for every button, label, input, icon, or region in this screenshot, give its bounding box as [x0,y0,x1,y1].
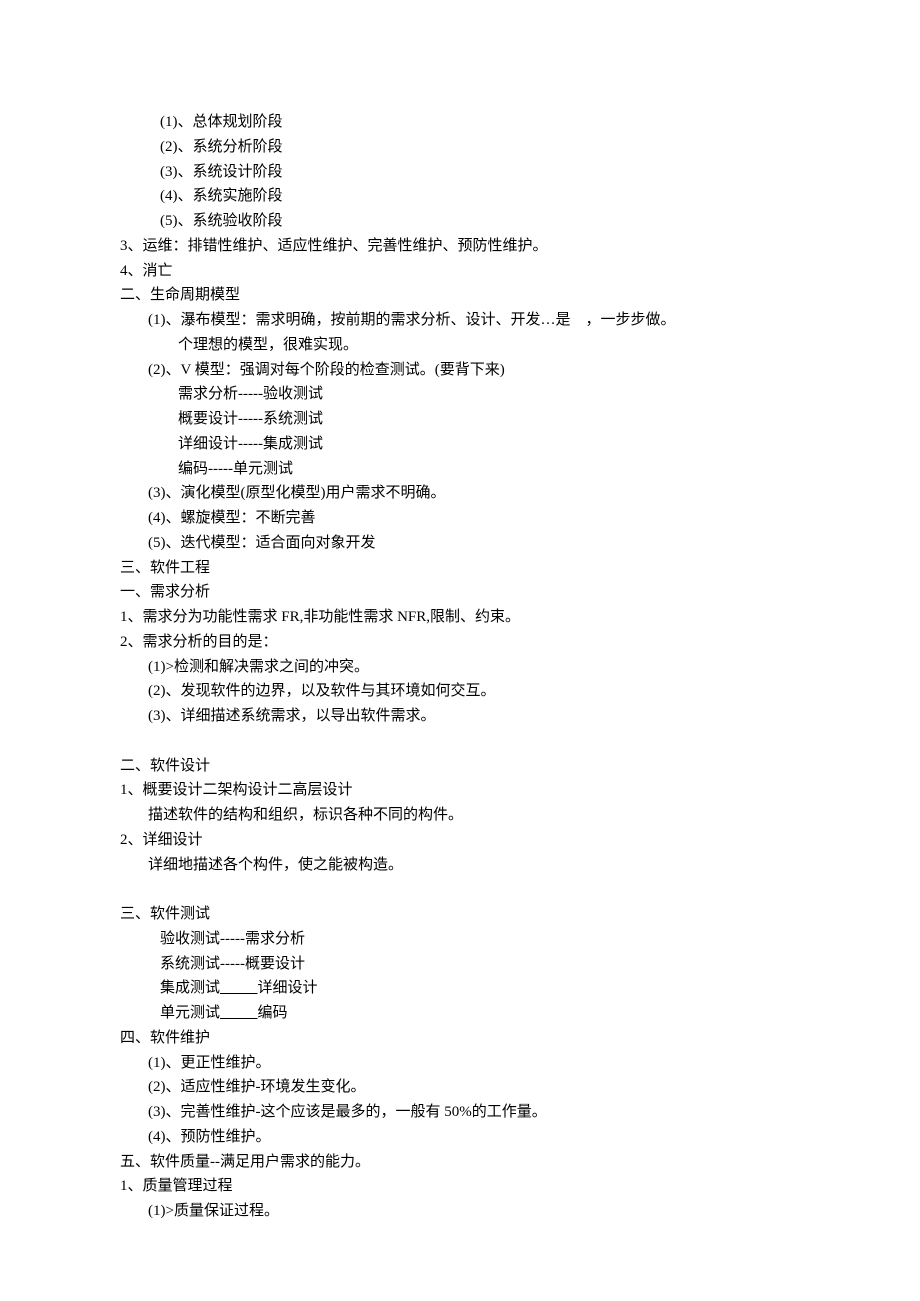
text-line: 二、软件设计 [120,754,800,779]
text-line: 编码-----单元测试 [120,457,800,482]
text-line: 3、运维：排错性维护、适应性维护、完善性维护、预防性维护。 [120,234,800,259]
text-line [120,877,800,902]
text-line: 四、软件维护 [120,1026,800,1051]
text-line [120,729,800,754]
document-content: (1)、总体规划阶段(2)、系统分析阶段(3)、系统设计阶段(4)、系统实施阶段… [120,110,800,1224]
text-fragment: 集成测试 [160,980,220,996]
text-line: 描述软件的结构和组织，标识各种不同的构件。 [120,803,800,828]
text-line: 1、需求分为功能性需求 FR,非功能性需求 NFR,限制、约束。 [120,605,800,630]
text-line: 三、软件测试 [120,902,800,927]
text-line: (1)、总体规划阶段 [120,110,800,135]
underline-blank [220,1005,258,1021]
text-line: 1、概要设计二架构设计二高层设计 [120,778,800,803]
text-line: 2、需求分析的目的是： [120,630,800,655]
text-line: 个理想的模型，很难实现。 [120,333,800,358]
text-line: (2)、适应性维护-环境发生变化。 [120,1075,800,1100]
text-line: (1)、瀑布模型：需求明确，按前期的需求分析、设计、开发…是 ，一步步做。 [120,308,800,333]
text-line: (4)、螺旋模型：不断完善 [120,506,800,531]
underline-blank [220,980,258,996]
text-line: (5)、迭代模型：适合面向对象开发 [120,531,800,556]
text-line: 一、需求分析 [120,580,800,605]
text-line: 1、质量管理过程 [120,1174,800,1199]
text-fragment: 详细设计 [258,980,318,996]
text-line: (4)、预防性维护。 [120,1125,800,1150]
text-line: 详细设计-----集成测试 [120,432,800,457]
text-line: 单元测试 编码 [120,1001,800,1026]
text-line: 系统测试-----概要设计 [120,952,800,977]
text-line: (5)、系统验收阶段 [120,209,800,234]
document-page: (1)、总体规划阶段(2)、系统分析阶段(3)、系统设计阶段(4)、系统实施阶段… [0,0,920,1301]
text-line: 2、详细设计 [120,828,800,853]
text-line: (1)>质量保证过程。 [120,1199,800,1224]
text-line: 需求分析-----验收测试 [120,382,800,407]
text-line: (4)、系统实施阶段 [120,184,800,209]
text-line: 概要设计-----系统测试 [120,407,800,432]
text-line: (1)>检测和解决需求之间的冲突。 [120,655,800,680]
text-line: (1)、更正性维护。 [120,1051,800,1076]
text-line: (3)、详细描述系统需求，以导出软件需求。 [120,704,800,729]
text-line: (2)、系统分析阶段 [120,135,800,160]
text-fragment: 编码 [258,1005,288,1021]
text-line: (2)、V 模型：强调对每个阶段的检查测试。(要背下来) [120,358,800,383]
text-line: (3)、演化模型(原型化模型)用户需求不明确。 [120,481,800,506]
text-line: 详细地描述各个构件，使之能被构造。 [120,853,800,878]
text-line: 五、软件质量--满足用户需求的能力。 [120,1150,800,1175]
text-line: 二、生命周期模型 [120,283,800,308]
text-line: 4、消亡 [120,259,800,284]
text-line: 验收测试-----需求分析 [120,927,800,952]
text-line: (3)、系统设计阶段 [120,160,800,185]
text-line: (2)、发现软件的边界，以及软件与其环境如何交互。 [120,679,800,704]
text-fragment: 单元测试 [160,1005,220,1021]
text-line: 集成测试 详细设计 [120,976,800,1001]
text-line: (3)、完善性维护-这个应该是最多的，一般有 50%的工作量。 [120,1100,800,1125]
text-line: 三、软件工程 [120,556,800,581]
